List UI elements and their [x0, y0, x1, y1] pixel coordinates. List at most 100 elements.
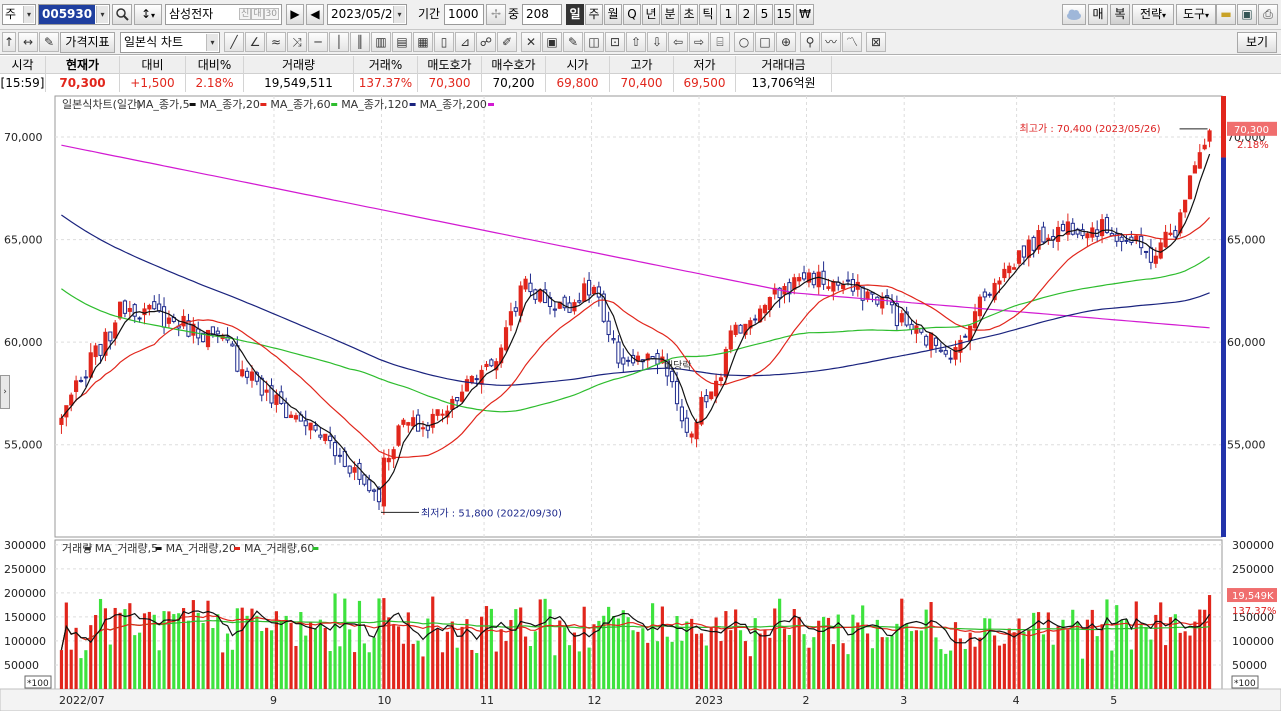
volume-bar — [914, 630, 919, 689]
search-button[interactable] — [112, 4, 132, 25]
quote-header-change-pct: 대비% — [186, 56, 244, 74]
cloud-button[interactable] — [1062, 4, 1086, 25]
rectangle-box-tool-button[interactable]: ▯ — [434, 32, 454, 52]
horizontal-line-tool-button[interactable]: ─ — [308, 32, 328, 52]
timeframe-minute[interactable]: 분 — [661, 4, 679, 25]
magnet-tool-button[interactable]: ⚲ — [800, 32, 820, 52]
minute-15[interactable]: 15 — [774, 4, 794, 25]
triangle-icon: ⊿ — [459, 35, 471, 49]
vertical-line-tool-button[interactable]: │ — [329, 32, 349, 52]
timeframe-week[interactable]: 주 — [585, 4, 603, 25]
trendline-tool-button[interactable]: ╱ — [224, 32, 244, 52]
indicator-box-tool-button[interactable]: ⊠ — [866, 32, 886, 52]
pitchfork-tool-button[interactable]: ⤨ — [287, 32, 307, 52]
volume-bar — [651, 603, 655, 689]
channel-tool-button[interactable]: ▦ — [413, 32, 433, 52]
timeframe-quarter[interactable]: Q — [623, 4, 641, 25]
annotate-tool-button[interactable]: ✎ — [563, 32, 583, 52]
pen-tool-button[interactable]: ✐ — [497, 32, 517, 52]
volume-bar — [993, 635, 997, 689]
fibonacci-icon: ▤ — [396, 35, 408, 49]
x-axis-label: 11 — [480, 694, 494, 707]
minute-1[interactable]: 1 — [720, 4, 737, 25]
circle-tool-button[interactable]: ○ — [734, 32, 754, 52]
angle-line-tool-button[interactable]: ∠ — [245, 32, 265, 52]
parallel-lines-tool-button[interactable]: ║ — [350, 32, 370, 52]
strategy-label: 전략 — [1139, 7, 1163, 21]
view-button[interactable]: 보기 — [1237, 32, 1277, 53]
collapse-up-button[interactable]: ↑ — [2, 32, 16, 52]
arrow-up-tool-button[interactable]: ⇧ — [626, 32, 646, 52]
zoom-tool-button[interactable]: ⊕ — [776, 32, 796, 52]
main-legend-item: MA_종가,60 — [270, 98, 330, 111]
stock-name-field[interactable]: 삼성전자 신 대 30 — [165, 4, 282, 25]
arrow-left-tool-button[interactable]: ⇦ — [668, 32, 688, 52]
capture-tool-button[interactable]: ⊡ — [605, 32, 625, 52]
candle-body — [328, 435, 333, 442]
crosshair-button[interactable]: ✢ — [486, 4, 506, 25]
open-folder-button[interactable]: ▬ — [1216, 4, 1236, 25]
minute-2[interactable]: 2 — [738, 4, 755, 25]
strategy-button[interactable]: 전략▾ — [1132, 4, 1174, 25]
ruler-tool-button[interactable]: ⌸ — [710, 32, 730, 52]
side-panel-toggle[interactable]: › — [0, 375, 10, 409]
grid-lines-tool-button[interactable]: ▥ — [371, 32, 391, 52]
volume-axis-tick: 50000 — [4, 659, 39, 672]
volume-bar — [1027, 629, 1031, 689]
arrow-right-tool-button[interactable]: ⇨ — [689, 32, 709, 52]
square-tool-button[interactable]: □ — [755, 32, 775, 52]
timeframe-year[interactable]: 년 — [642, 4, 660, 25]
currency-button[interactable]: ₩ — [796, 4, 814, 25]
x-axis-label: 2023 — [695, 694, 723, 707]
candle-body — [1192, 165, 1197, 174]
price-indicator-button[interactable]: 가격지표 — [60, 32, 115, 53]
candle-body — [484, 363, 489, 367]
volume-bar — [856, 622, 860, 689]
shape-link-tool-button[interactable]: ☍ — [476, 32, 496, 52]
buy-button[interactable]: 매 — [1088, 4, 1108, 25]
prev-stock-button[interactable]: ◀ — [306, 4, 324, 25]
tools-button[interactable]: 도구▾ — [1176, 4, 1216, 25]
period-input[interactable]: 1000 — [444, 4, 484, 25]
timeframe-second[interactable]: 초 — [680, 4, 698, 25]
price-chart[interactable]: 55,000 55,000 60,000 60,000 65,000 65,000 70,0… — [0, 92, 1281, 711]
volume-bar — [499, 629, 503, 689]
market-label: 주 — [5, 7, 17, 21]
timeframe-tick[interactable]: 틱 — [699, 4, 717, 25]
delete-tool-tool-button[interactable]: ✕ — [521, 32, 541, 52]
chart-style-select[interactable]: 일본식 차트 ▾ — [120, 32, 220, 53]
candle-body — [679, 406, 685, 422]
candle-body — [845, 279, 851, 282]
multi-button[interactable]: 복 — [1110, 4, 1130, 25]
timeframe-day[interactable]: 일 — [566, 4, 584, 25]
expand-horizontal-button[interactable]: ↔ — [18, 32, 38, 52]
sort-dropdown-button[interactable]: ↕▾ — [134, 4, 162, 25]
window-split-tool-button[interactable]: ◫ — [584, 32, 604, 52]
volume-bar — [963, 648, 967, 689]
candle-body — [528, 282, 533, 293]
fan-tool-button[interactable]: ≈ — [266, 32, 286, 52]
volume-bar — [655, 641, 660, 689]
candle-body — [723, 349, 728, 378]
wave-tool-button[interactable]: 〰 — [821, 32, 841, 52]
save-button[interactable]: ▣ — [1237, 4, 1257, 25]
candle-body — [1153, 255, 1158, 264]
date-input[interactable]: 2023/05/26 ▾ — [327, 4, 407, 25]
candle-body — [74, 380, 79, 392]
triangle-tool-button[interactable]: ⊿ — [455, 32, 475, 52]
next-stock-button[interactable]: ▶ — [286, 4, 304, 25]
price-axis-tick-right: 55,000 — [1227, 439, 1266, 452]
timeframe-month[interactable]: 월 — [604, 4, 622, 25]
stock-code-input[interactable]: 005930 ▾ — [38, 4, 110, 25]
zoom-input[interactable]: 208 — [522, 4, 562, 25]
minute-5[interactable]: 5 — [756, 4, 773, 25]
market-select[interactable]: 주 ▾ — [2, 4, 36, 25]
print-button[interactable]: ⎙ — [1258, 4, 1278, 25]
color-fill-tool-button[interactable]: ▣ — [542, 32, 562, 52]
pattern-tool-button[interactable]: 〽 — [842, 32, 862, 52]
candle-body — [591, 286, 597, 295]
volume-bar — [968, 632, 972, 689]
edit-button[interactable]: ✎ — [39, 32, 59, 52]
fibonacci-tool-button[interactable]: ▤ — [392, 32, 412, 52]
arrow-down-tool-button[interactable]: ⇩ — [647, 32, 667, 52]
